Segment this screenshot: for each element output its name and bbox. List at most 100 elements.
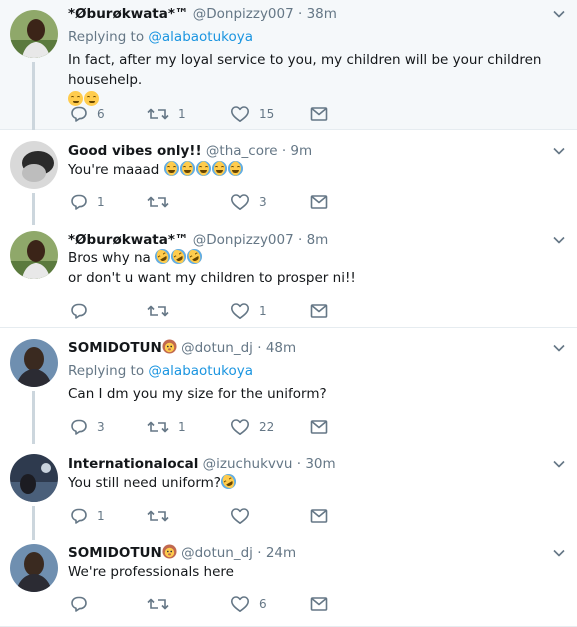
avatar[interactable] (10, 231, 58, 279)
retweet-button[interactable] (147, 302, 178, 320)
separator: · (296, 456, 302, 472)
reply-icon (70, 193, 88, 211)
tweet-text: In fact, after my loyal service to you, … (68, 50, 568, 110)
chevron-down-icon[interactable] (553, 10, 565, 18)
tweet[interactable]: Good vibes only!! @tha_core · 9m You're … (0, 131, 577, 225)
reply-icon (70, 595, 88, 613)
tweet[interactable]: SOMIDOTUN @dotun_dj · 24m We're professi… (0, 536, 577, 627)
replying-to: Replying to @alabaotukoya (68, 362, 253, 380)
tweet-text-content: In fact, after my loyal service to you, … (68, 52, 542, 88)
reply-icon (70, 418, 88, 436)
display-name[interactable]: Good vibes only!! (68, 143, 202, 159)
retweet-button[interactable]: 1 (147, 105, 186, 123)
rolling-on-floor-laughing-icon (218, 471, 239, 492)
chevron-down-icon[interactable] (553, 344, 565, 352)
like-count: 3 (259, 195, 267, 209)
separator: · (298, 6, 303, 22)
tweet-text: Can I dm you my size for the uniform? (68, 384, 568, 404)
like-count: 6 (259, 597, 267, 611)
retweet-count: 1 (178, 107, 186, 121)
chevron-down-icon[interactable] (553, 549, 565, 557)
message-icon (310, 105, 328, 123)
avatar[interactable] (10, 10, 58, 58)
tweet[interactable]: Internationalocal @izuchukvvu · 30m You … (0, 444, 577, 540)
retweet-button[interactable]: 1 (147, 418, 186, 436)
avatar[interactable] (10, 454, 58, 502)
face-with-tears-of-joy-icon (195, 161, 211, 176)
like-count: 15 (259, 107, 275, 121)
chevron-down-icon[interactable] (553, 147, 565, 155)
reply-button[interactable] (70, 302, 97, 320)
avatar[interactable] (10, 544, 58, 592)
tweet-text: Bros why na or don't u want my children … (68, 246, 568, 288)
retweet-icon (147, 302, 169, 320)
user-handle[interactable]: @izuchukvvu (203, 456, 293, 472)
user-handle[interactable]: @Donpizzy007 (193, 232, 294, 248)
user-handle[interactable]: @dotun_dj (181, 340, 253, 356)
message-icon (310, 302, 328, 320)
timestamp[interactable]: 9m (290, 143, 312, 159)
direct-message-button[interactable] (310, 302, 328, 320)
retweet-button[interactable] (147, 193, 178, 211)
direct-message-button[interactable] (310, 507, 328, 525)
direct-message-button[interactable] (310, 193, 328, 211)
display-name[interactable]: Internationalocal (68, 456, 198, 472)
retweet-count: 1 (178, 420, 186, 434)
thread-line (32, 506, 35, 540)
display-name[interactable]: SOMIDOTUN (68, 545, 162, 561)
like-button[interactable]: 22 (230, 418, 274, 436)
retweet-button[interactable] (147, 595, 178, 613)
face-with-tears-of-joy-icon (179, 161, 195, 176)
like-icon (230, 302, 250, 320)
reply-button[interactable]: 1 (70, 193, 105, 211)
timestamp[interactable]: 38m (307, 6, 337, 22)
timestamp[interactable]: 8m (307, 232, 329, 248)
reply-button[interactable]: 3 (70, 418, 105, 436)
like-button[interactable] (230, 507, 259, 525)
reply-button[interactable]: 1 (70, 507, 105, 525)
tweet[interactable]: *Øburøkwata*™ @Donpizzy007 · 38m Replyin… (0, 0, 577, 130)
like-button[interactable]: 6 (230, 595, 267, 613)
user-handle[interactable]: @dotun_dj (181, 545, 253, 561)
thread-line (32, 62, 35, 130)
reply-button[interactable]: 6 (70, 105, 105, 123)
tweet-header: *Øburøkwata*™ @Donpizzy007 · 8m (68, 231, 328, 249)
direct-message-button[interactable] (310, 595, 328, 613)
like-icon (230, 193, 250, 211)
timestamp[interactable]: 24m (266, 545, 296, 561)
display-name[interactable]: SOMIDOTUN (68, 340, 162, 356)
like-button[interactable]: 3 (230, 193, 267, 211)
face-with-tears-of-joy-icon (227, 161, 243, 176)
reply-count: 3 (97, 420, 105, 434)
timestamp[interactable]: 30m (305, 456, 335, 472)
retweet-button[interactable] (147, 507, 178, 525)
chevron-down-icon[interactable] (553, 460, 565, 468)
tweet-text: You still need uniform? (68, 471, 568, 493)
like-button[interactable]: 1 (230, 302, 267, 320)
user-handle[interactable]: @Donpizzy007 (193, 6, 294, 22)
replying-label: Replying to (68, 29, 145, 45)
user-handle[interactable]: @tha_core (206, 143, 278, 159)
tweet[interactable]: SOMIDOTUN @dotun_dj · 48m Replying to @a… (0, 329, 577, 444)
reply-count: 6 (97, 107, 105, 121)
direct-message-button[interactable] (310, 418, 328, 436)
display-name[interactable]: *Øburøkwata*™ (68, 6, 188, 22)
retweet-icon (147, 193, 169, 211)
tweet-text-content: Can I dm you my size for the uniform? (68, 386, 327, 402)
tweet[interactable]: *Øburøkwata*™ @Donpizzy007 · 8m Bros why… (0, 223, 577, 328)
timestamp[interactable]: 48m (266, 340, 296, 356)
avatar[interactable] (10, 339, 58, 387)
display-name[interactable]: *Øburøkwata*™ (68, 232, 188, 248)
chevron-down-icon[interactable] (553, 236, 565, 244)
mention-link[interactable]: @alabaotukoya (148, 363, 253, 379)
tweet-text-content: You're maaad (68, 162, 160, 178)
avatar[interactable] (10, 141, 58, 189)
tweet-header: Internationalocal @izuchukvvu · 30m (68, 455, 336, 473)
retweet-icon (147, 105, 169, 123)
like-button[interactable]: 15 (230, 105, 274, 123)
mention-link[interactable]: @alabaotukoya (148, 29, 253, 45)
direct-message-button[interactable] (310, 105, 328, 123)
reply-button[interactable] (70, 595, 97, 613)
thread-line (32, 391, 35, 444)
like-icon (230, 595, 250, 613)
